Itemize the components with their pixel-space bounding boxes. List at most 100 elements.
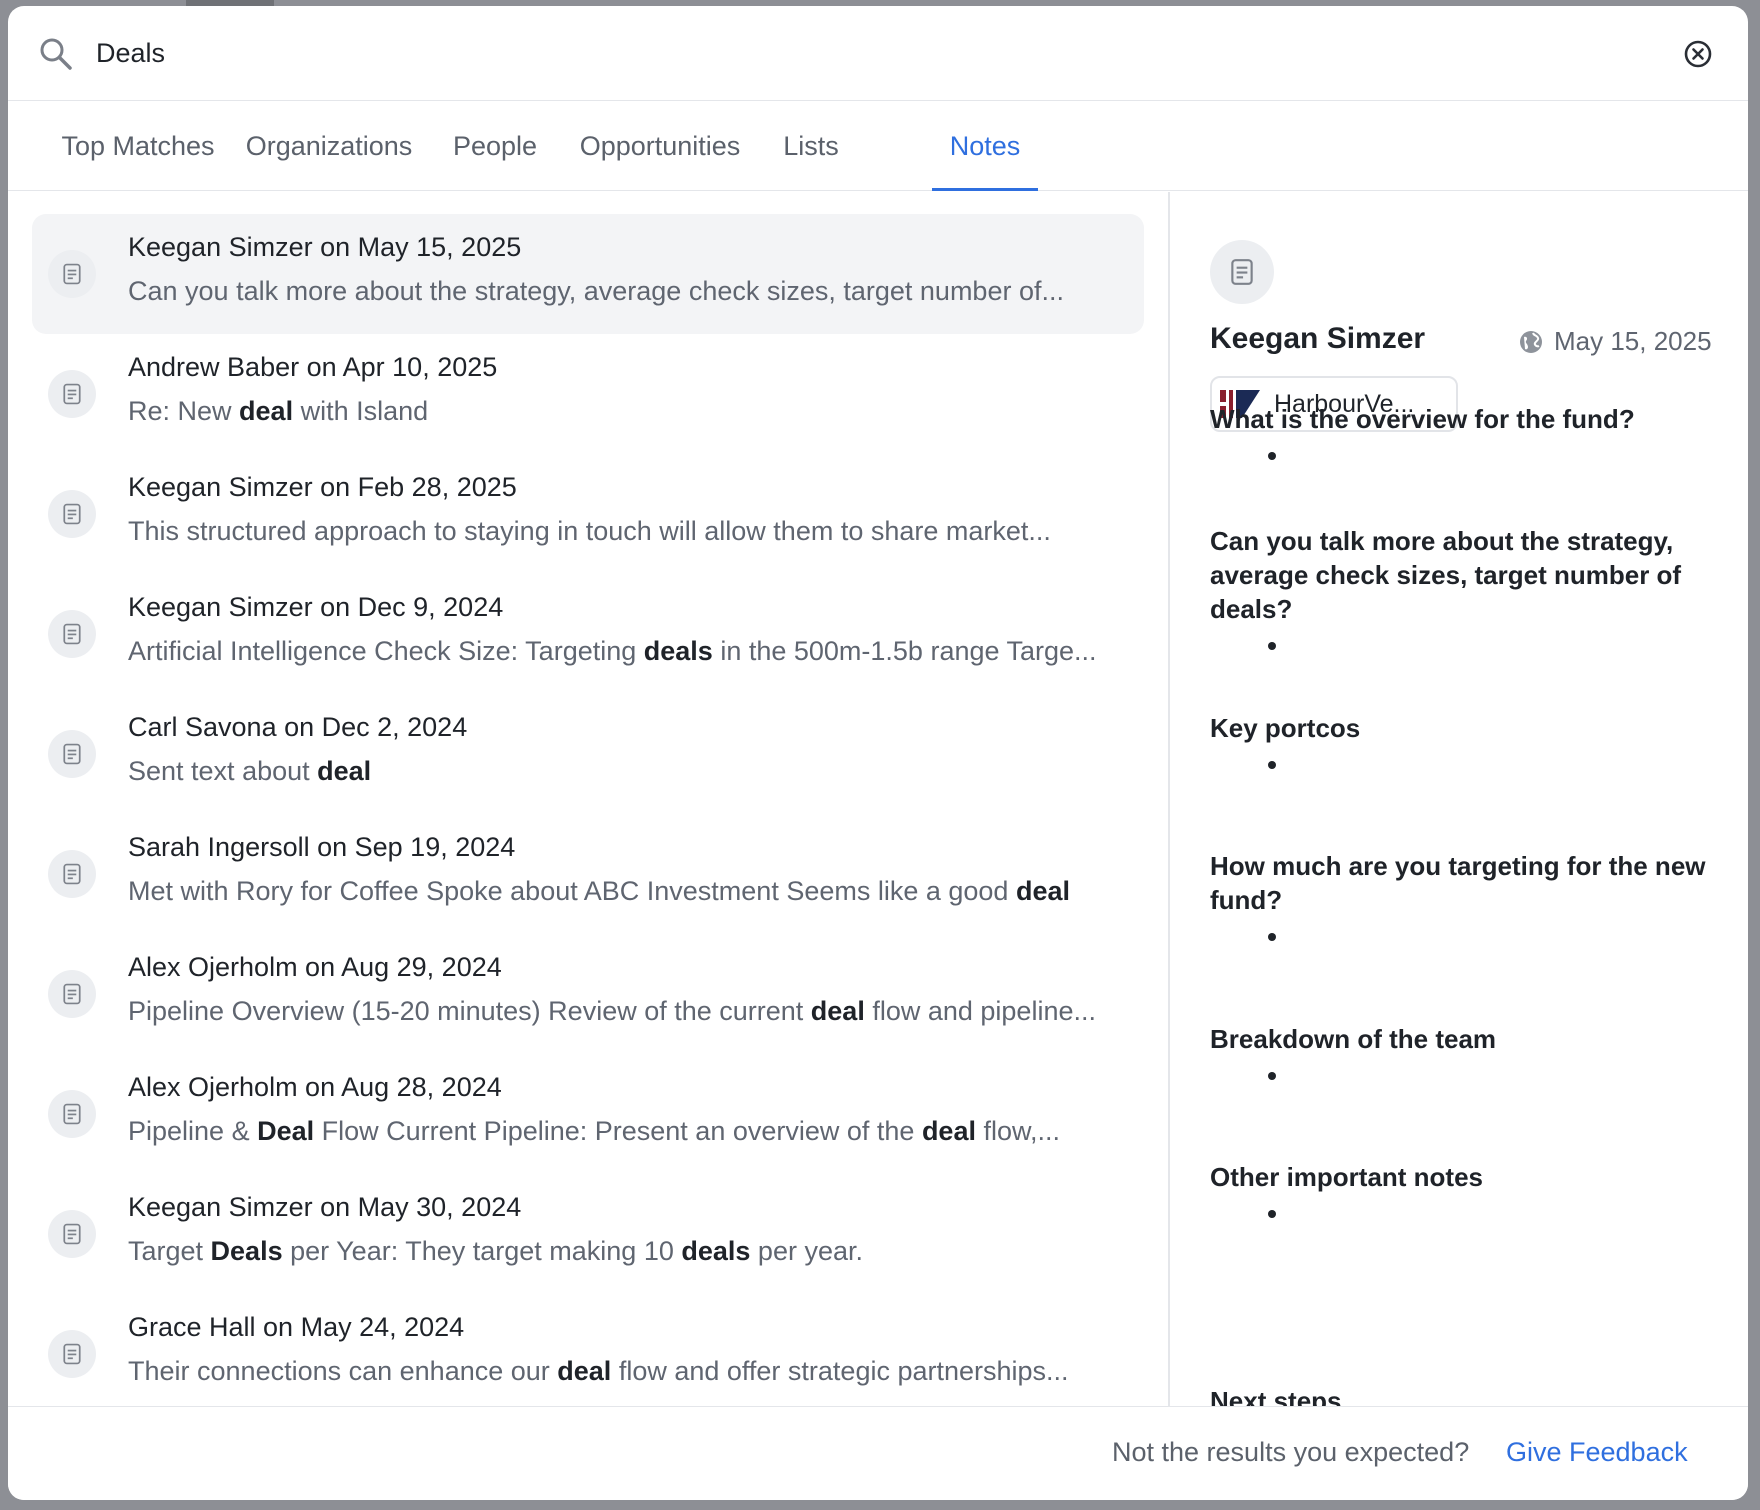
snippet-text: with Island [293,396,429,426]
note-result-snippet: This structured approach to staying in t… [128,516,1128,547]
note-result-title: Alex Ojerholm on Aug 28, 2024 [128,1072,502,1102]
note-result-snippet: Target Deals per Year: They target makin… [128,1236,1128,1267]
preview-section-heading: Other important notes [1210,1162,1484,1192]
snippet-text: Pipeline Overview (15-20 minutes) Review… [128,996,811,1026]
preview-section-heading: Key portcos [1210,713,1361,743]
preview-bullet [1268,933,1276,941]
note-result-snippet: Their connections can enhance our deal f… [128,1356,1128,1387]
results-list: Keegan Simzer on May 15, 2025 Can you tal… [8,192,1168,1406]
preview-section: Breakdown of the team [1210,1022,1730,1080]
preview-section: Other important notes [1210,1160,1730,1218]
tab-top-matches[interactable]: Top Matches [58,101,218,191]
preview-date-text: May 15, 2025 [1554,326,1712,356]
note-result-snippet: Met with Rory for Coffee Spoke about ABC… [128,876,1128,907]
note-icon-wrap [48,1090,96,1138]
tab-people[interactable]: People [440,101,550,191]
tab-notes[interactable]: Notes [932,101,1038,191]
snippet-text: Re: New [128,396,240,426]
note-result-title: Carl Savona on Dec 2, 2024 [128,712,468,742]
note-icon [63,263,81,285]
note-result-snippet: Can you talk more about the strategy, av… [128,276,1128,307]
snippet-text: This structured approach to staying in t… [128,516,1051,546]
close-circle-icon [1684,40,1712,68]
note-icon-wrap [48,850,96,898]
note-result-title: Alex Ojerholm on Aug 29, 2024 [128,952,502,982]
note-icon [63,503,81,525]
preview-section-heading: How much are you targeting for the new f… [1210,851,1706,915]
note-result-snippet: Sent text about deal [128,756,1128,787]
note-icon [63,983,81,1005]
snippet-highlight: deal [239,396,294,426]
snippet-highlight: deal [1015,876,1070,906]
note-icon [63,1343,81,1365]
note-result-title: Keegan Simzer on May 15, 2025 [128,232,522,262]
note-icon-wrap [48,970,96,1018]
note-result-title: Grace Hall on May 24, 2024 [128,1312,465,1342]
note-result-title: Keegan Simzer on May 30, 2024 [128,1192,522,1222]
tab-lists[interactable]: Lists [768,101,854,191]
note-result-title: Keegan Simzer on Dec 9, 2024 [128,592,504,622]
preview-section-heading: What is the overview for the fund? [1210,404,1635,434]
snippet-highlight: deal [317,756,372,786]
preview-bullet [1268,1072,1276,1080]
preview-date: May 15, 2025 [1518,326,1712,357]
search-input[interactable] [96,28,1646,78]
preview-section-heading: Next steps [1210,1386,1342,1406]
note-icon-wrap [48,250,96,298]
note-result-item[interactable]: Grace Hall on May 24, 2024 Their connecti… [32,1294,1144,1406]
preview-bullet [1268,1210,1276,1218]
snippet-text: per year. [750,1236,863,1266]
results-footer: Not the results you expected? Give Feedb… [8,1406,1748,1500]
snippet-text: per Year: They target making 10 [282,1236,682,1266]
note-result-item[interactable]: Alex Ojerholm on Aug 29, 2024 Pipeline Ov… [32,934,1144,1054]
snippet-text: Flow Current Pipeline: Present an overvi… [314,1116,922,1146]
preview-section-heading: Breakdown of the team [1210,1024,1497,1054]
note-icon-wrap [48,730,96,778]
note-icon [63,1223,81,1245]
note-result-title: Keegan Simzer on Feb 28, 2025 [128,472,517,502]
snippet-highlight: deals [681,1236,751,1266]
snippet-highlight: deal [810,996,865,1026]
note-result-item[interactable]: Keegan Simzer on Feb 28, 2025 This struct… [32,454,1144,574]
note-result-title: Sarah Ingersoll on Sep 19, 2024 [128,832,516,862]
note-result-item[interactable]: Sarah Ingersoll on Sep 19, 2024 Met with … [32,814,1144,934]
tab-organizations[interactable]: Organizations [234,101,424,191]
note-result-item[interactable]: Keegan Simzer on May 15, 2025 Can you tal… [32,214,1144,334]
note-result-item[interactable]: Andrew Baber on Apr 10, 2025 Re: New deal… [32,334,1144,454]
note-icon-wrap [48,1330,96,1378]
snippet-highlight: deal [557,1356,612,1386]
snippet-text: Sent text about [128,756,318,786]
preview-note-icon-wrap [1210,240,1274,304]
snippet-highlight: Deal [257,1116,315,1146]
tab-opportunities[interactable]: Opportunities [564,101,756,191]
preview-section: Key portcos [1210,711,1730,769]
note-result-item[interactable]: Carl Savona on Dec 2, 2024 Sent text abou… [32,694,1144,814]
snippet-text: Can you talk more about the strategy, av… [128,276,1064,306]
clear-search-button[interactable] [1680,36,1716,72]
snippet-text: Target [128,1236,211,1266]
note-result-snippet: Pipeline Overview (15-20 minutes) Review… [128,996,1128,1027]
category-tabs: Top Matches Organizations People Opportu… [8,101,1748,191]
preview-section-heading: Can you talk more about the strategy, av… [1210,526,1682,624]
note-result-item[interactable]: Alex Ojerholm on Aug 28, 2024 Pipeline & … [32,1054,1144,1174]
search-bar [8,6,1748,101]
snippet-text: flow and pipeline... [864,996,1096,1026]
snippet-text: Met with Rory for Coffee Spoke about ABC… [128,876,1016,906]
note-result-snippet: Re: New deal with Island [128,396,1128,427]
preview-bullet [1268,642,1276,650]
preview-section: Can you talk more about the strategy, av… [1210,524,1730,650]
note-result-snippet: Pipeline & Deal Flow Current Pipeline: P… [128,1116,1128,1147]
snippet-text: Pipeline & [128,1116,258,1146]
give-feedback-link[interactable]: Give Feedback [1506,1437,1688,1468]
note-result-item[interactable]: Keegan Simzer on Dec 9, 2024 Artificial I… [32,574,1144,694]
note-icon [63,623,81,645]
note-icon [1231,259,1253,285]
preview-section: What is the overview for the fund? [1210,402,1730,460]
globe-icon [1520,330,1542,353]
note-icon-wrap [48,490,96,538]
snippet-highlight: deal [921,1116,976,1146]
preview-bullet [1268,452,1276,460]
search-modal: Top Matches Organizations People Opportu… [8,6,1748,1500]
note-result-item[interactable]: Keegan Simzer on May 30, 2024 Target Deal… [32,1174,1144,1294]
snippet-text: Their connections can enhance our [128,1356,558,1386]
